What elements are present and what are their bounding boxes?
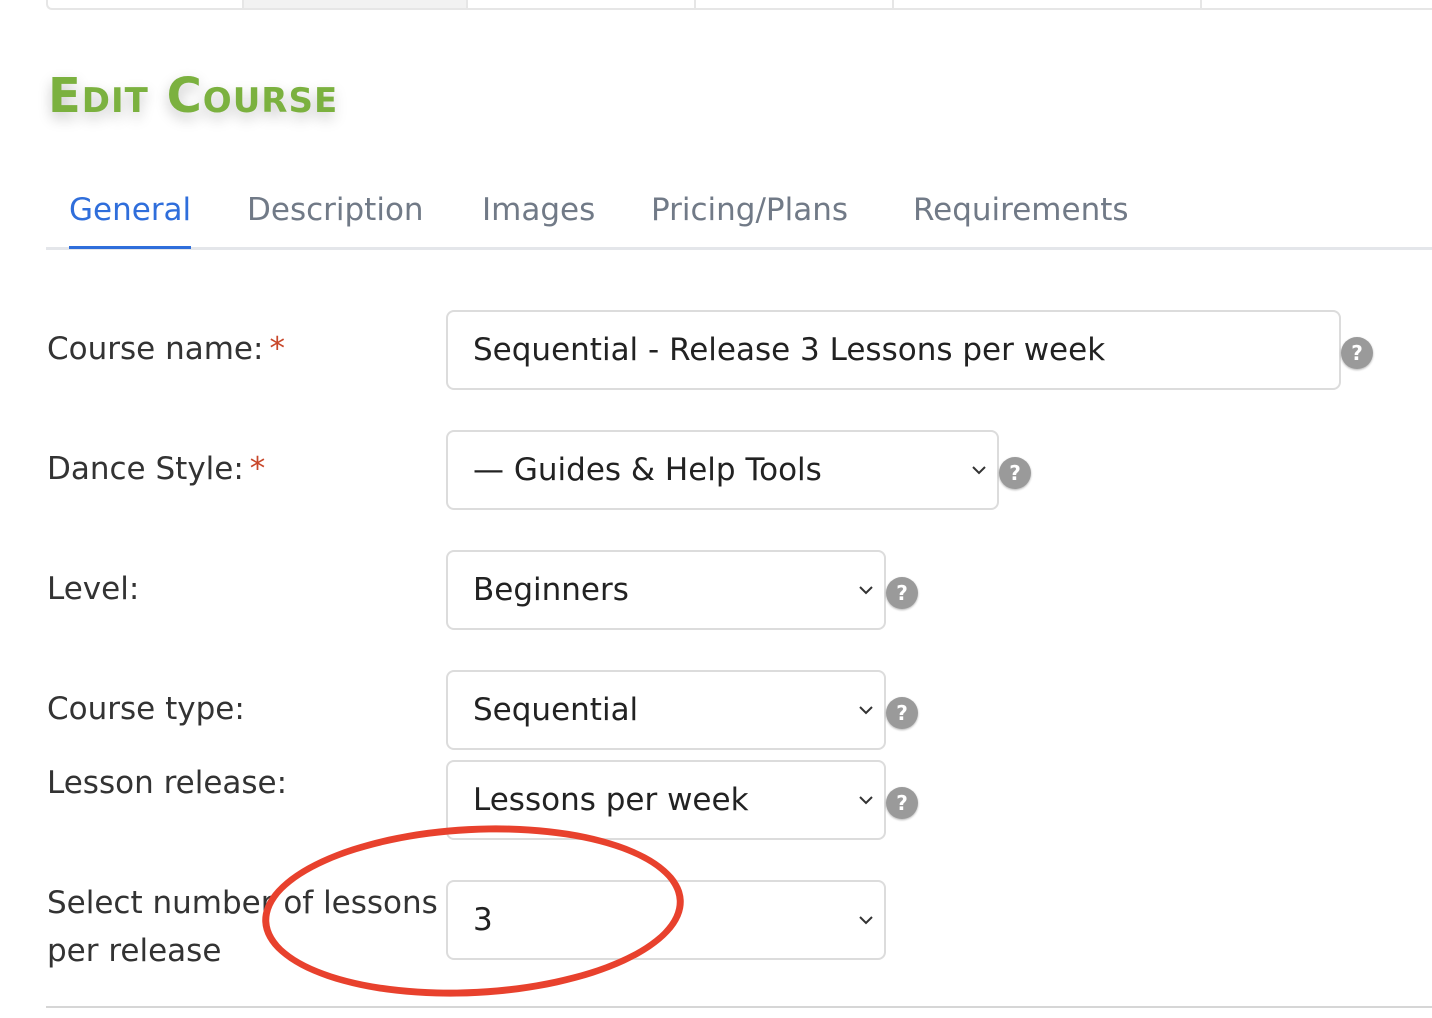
tab-description[interactable]: Description <box>247 192 424 246</box>
tab-pricing-plans[interactable]: Pricing/Plans <box>651 192 848 246</box>
top-nav-bar <box>46 0 1432 10</box>
chevron-down-icon <box>859 586 873 595</box>
course-name-label-text: Course name: <box>47 331 264 367</box>
required-mark: * <box>269 331 285 367</box>
dance-style-label-text: Dance Style: <box>47 451 244 487</box>
course-type-select[interactable]: Sequential <box>446 670 886 750</box>
chevron-down-icon <box>859 916 873 925</box>
dance-style-label: Dance Style: * <box>47 445 265 493</box>
course-name-label: Course name: * <box>47 325 285 373</box>
dance-style-value: — Guides & Help Tools <box>473 452 822 488</box>
required-mark: * <box>249 451 266 487</box>
dance-style-select[interactable]: — Guides & Help Tools <box>446 430 999 510</box>
lesson-release-value: Lessons per week <box>473 782 749 818</box>
tab-bar: General Description Images Pricing/Plans… <box>46 188 1432 250</box>
level-value: Beginners <box>473 572 629 608</box>
divider <box>46 1006 1432 1008</box>
course-type-label: Course type: <box>47 691 245 727</box>
help-icon[interactable]: ? <box>886 697 918 729</box>
chevron-down-icon <box>859 796 873 805</box>
help-icon[interactable]: ? <box>886 787 918 819</box>
annotation-circle <box>257 815 689 1007</box>
top-nav-segment[interactable] <box>468 0 696 8</box>
chevron-down-icon <box>859 706 873 715</box>
level-select[interactable]: Beginners <box>446 550 886 630</box>
help-icon[interactable]: ? <box>886 577 918 609</box>
top-nav-segment[interactable] <box>48 0 244 8</box>
lesson-release-label: Lesson release: <box>47 765 288 801</box>
top-nav-segment[interactable] <box>696 0 894 8</box>
top-nav-segment[interactable] <box>894 0 1202 8</box>
course-type-value: Sequential <box>473 692 639 728</box>
help-icon[interactable]: ? <box>999 457 1031 489</box>
tab-images[interactable]: Images <box>482 192 595 246</box>
page-title: Edit Course <box>48 68 339 124</box>
top-nav-segment-active[interactable] <box>244 0 468 8</box>
tab-requirements[interactable]: Requirements <box>913 192 1129 246</box>
level-label: Level: <box>47 571 140 607</box>
tab-general[interactable]: General <box>69 192 192 249</box>
help-icon[interactable]: ? <box>1341 337 1373 369</box>
chevron-down-icon <box>972 466 986 475</box>
course-name-input[interactable]: Sequential - Release 3 Lessons per week <box>446 310 1341 390</box>
